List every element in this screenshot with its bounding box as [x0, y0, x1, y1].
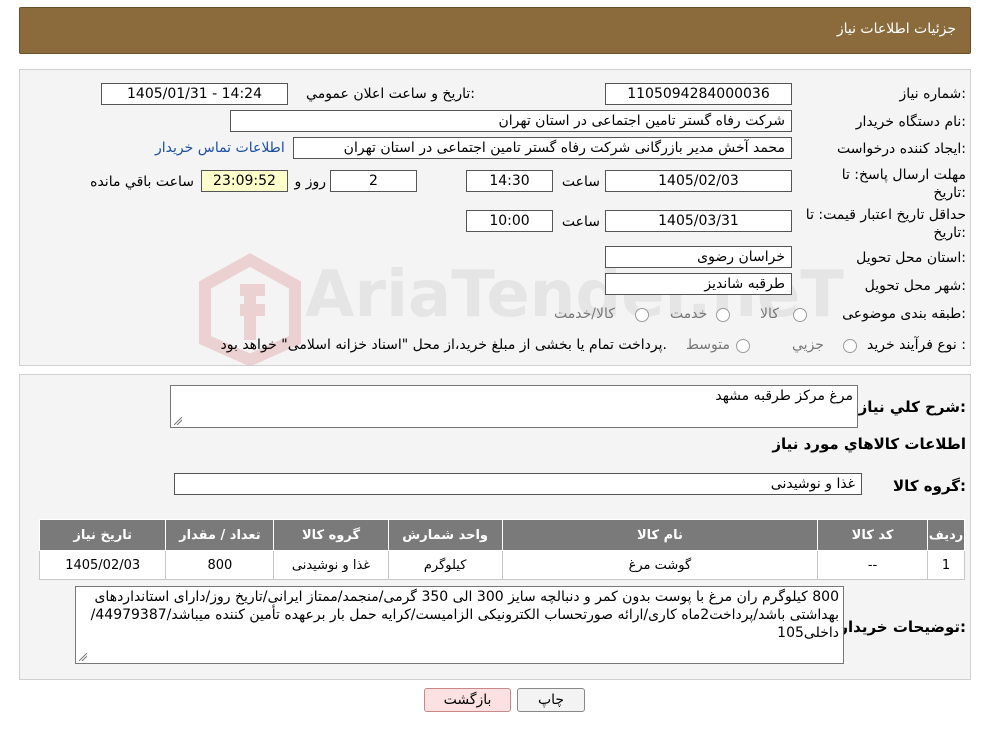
print-button[interactable]: چاپ	[517, 688, 585, 712]
col-row: ردیف	[926, 519, 966, 551]
cell-row: 1	[926, 550, 966, 580]
need-description-field[interactable]: مرغ مرکز طرقبه مشهد	[170, 385, 858, 428]
cell-need-date: 1405/02/03	[38, 550, 167, 580]
buyer-notes-label: توضیحات خریدار:	[839, 618, 966, 636]
reply-days-field: 2	[330, 170, 417, 192]
process-type-label: نوع فرآیند خرید :	[867, 337, 966, 353]
buyer-org-label: نام دستگاه خریدار:	[855, 114, 966, 130]
col-need-date: تاریخ نیاز	[38, 519, 167, 551]
requester-label: ایجاد کننده درخواست:	[837, 141, 966, 157]
day-and-label: روز و	[294, 174, 327, 190]
remaining-time-label: ساعت باقي مانده	[90, 174, 194, 190]
category-radio-goods[interactable]	[793, 308, 807, 322]
category-radio-goods-service[interactable]	[635, 308, 649, 322]
col-goods-name: نام کالا	[501, 519, 819, 551]
page-header: جزئیات اطلاعات نیاز	[19, 7, 971, 54]
announce-datetime-label: تاریخ و ساعت اعلان عمومي:	[306, 86, 475, 102]
delivery-city-label: شهر محل تحویل:	[864, 278, 966, 294]
cell-unit: کیلوگرم	[387, 550, 503, 580]
process-option-minor: جزیي	[792, 337, 824, 353]
reply-deadline-label: مهلت ارسال پاسخ: تا تاریخ:	[841, 167, 966, 201]
category-option-goods: کالا	[760, 306, 779, 322]
process-radio-minor[interactable]	[843, 339, 857, 353]
validity-time-label: ساعت	[561, 214, 600, 230]
need-number-label: شماره نیاز:	[899, 86, 966, 102]
need-number-field: 1105094284000036	[605, 83, 792, 105]
delivery-province-label: استان محل تحویل:	[856, 250, 966, 266]
category-radio-service[interactable]	[716, 308, 730, 322]
remaining-time-field: 23:09:52	[201, 170, 288, 192]
page-title: جزئیات اطلاعات نیاز	[836, 21, 956, 37]
table-row: 1405/02/03 800 غذا و نوشیدنی کیلوگرم گوش…	[38, 550, 966, 580]
need-description-label: شرح کلي نیاز:	[858, 398, 966, 416]
delivery-city-field: طرقبه شاندیز	[605, 273, 792, 295]
process-option-medium: متوسط	[686, 337, 730, 353]
requester-field: محمد آخش مدیر بازرگانی شرکت رفاه گستر تا…	[293, 137, 792, 159]
goods-info-title: اطلاعات کالاهاي مورد نیاز	[772, 435, 966, 453]
goods-group-field: غذا و نوشیدنی	[174, 473, 862, 495]
process-payment-note: پرداخت تمام یا بخشی از مبلغ خرید،از محل …	[220, 337, 667, 353]
category-label: طبقه بندی موضوعی:	[842, 306, 966, 322]
cell-goods-group: غذا و نوشیدنی	[273, 550, 389, 580]
cell-goods-name: گوشت مرغ	[501, 550, 819, 580]
back-button[interactable]: بازگشت	[424, 688, 511, 712]
goods-group-label: گروه کالا:	[893, 477, 966, 495]
col-goods-group: گروه کالا	[273, 519, 389, 551]
validity-date-field: 1405/03/31	[605, 210, 792, 232]
reply-date-field: 1405/02/03	[605, 170, 792, 192]
goods-table: تاریخ نیاز تعداد / مقدار گروه کالا واحد …	[38, 519, 966, 580]
resize-grip-icon[interactable]	[79, 653, 87, 661]
buyer-notes-field[interactable]: 800 کیلوگرم ران مرغ با پوست بدون کمر و د…	[75, 586, 844, 664]
col-quantity: تعداد / مقدار	[165, 519, 275, 551]
need-description-text: مرغ مرکز طرقبه مشهد	[715, 388, 853, 404]
buyer-contact-link[interactable]: اطلاعات تماس خریدار	[155, 140, 285, 156]
cell-quantity: 800	[165, 550, 275, 580]
buyer-notes-text: 800 کیلوگرم ران مرغ با پوست بدون کمر و د…	[90, 589, 839, 641]
reply-time-label: ساعت	[561, 174, 600, 190]
goods-table-header: تاریخ نیاز تعداد / مقدار گروه کالا واحد …	[38, 519, 966, 551]
price-validity-label: حداقل تاریخ اعتبار قیمت: تا تاریخ:	[805, 207, 966, 241]
delivery-province-field: خراسان رضوی	[605, 246, 792, 268]
col-goods-code: کد کالا	[817, 519, 928, 551]
resize-grip-icon[interactable]	[174, 417, 182, 425]
reply-time-field: 14:30	[466, 170, 553, 192]
validity-time-field: 10:00	[466, 210, 553, 232]
col-unit: واحد شمارش	[387, 519, 503, 551]
announce-datetime-field: 1405/01/31 - 14:24	[101, 83, 288, 105]
category-option-goods-service: کالا/خدمت	[554, 306, 615, 322]
process-radio-medium[interactable]	[736, 339, 750, 353]
buyer-org-field: شرکت رفاه گستر تامین اجتماعی در استان ته…	[230, 110, 792, 132]
cell-goods-code: --	[817, 550, 928, 580]
category-option-service: خدمت	[670, 306, 708, 322]
